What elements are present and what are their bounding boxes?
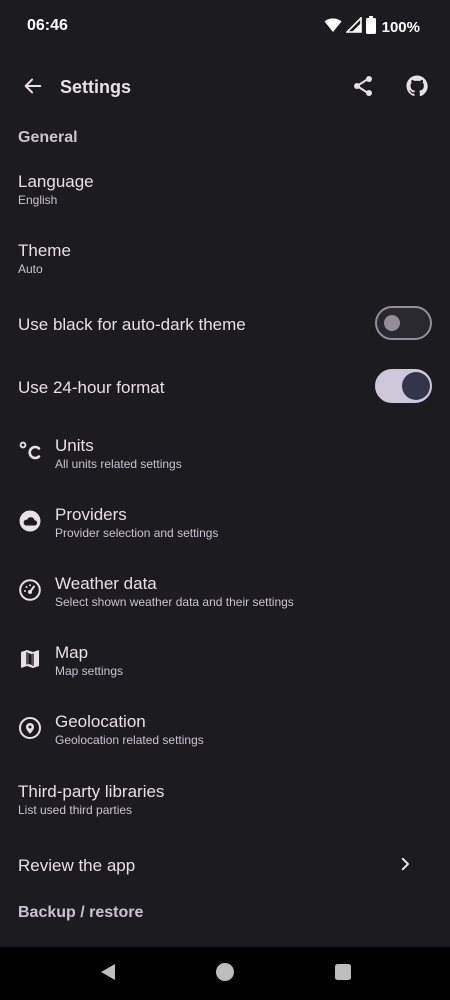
battery-level: 100% — [381, 18, 420, 36]
setting-map-subtitle: Map settings — [55, 664, 124, 678]
setting-review-app[interactable]: Review the app — [0, 838, 450, 892]
setting-units-title: Units — [55, 436, 94, 455]
share-icon — [351, 74, 375, 103]
github-icon — [405, 74, 429, 103]
setting-providers-title: Providers — [55, 505, 127, 524]
hour-format-switch[interactable] — [375, 369, 432, 403]
setting-providers[interactable]: Providers Provider selection and setting… — [0, 493, 450, 557]
share-button[interactable] — [343, 68, 383, 108]
recents-square-icon — [334, 963, 352, 986]
switch-thumb — [402, 372, 430, 400]
setting-geolocation[interactable]: Geolocation Geolocation related settings — [0, 700, 450, 764]
setting-language-value: English — [18, 193, 58, 207]
battery-icon — [365, 15, 376, 39]
setting-theme-value: Auto — [18, 262, 43, 276]
setting-geolocation-subtitle: Geolocation related settings — [55, 733, 204, 747]
setting-third-party-libraries[interactable]: Third-party libraries List used third pa… — [0, 770, 450, 834]
setting-units[interactable]: Units All units related settings — [0, 424, 450, 488]
status-bar: 06:46 100% — [0, 0, 450, 54]
system-navigation-bar — [0, 947, 450, 1000]
setting-geolocation-title: Geolocation — [55, 712, 146, 731]
settings-screen: 06:46 100% Settings General Language Eng… — [0, 0, 450, 947]
github-button[interactable] — [397, 68, 437, 108]
celsius-icon — [16, 438, 44, 466]
switch-thumb — [384, 315, 400, 331]
setting-units-subtitle: All units related settings — [55, 457, 182, 471]
page-title: Settings — [60, 77, 132, 97]
nav-home-button[interactable] — [212, 961, 238, 987]
setting-24-hour-format[interactable]: Use 24-hour format — [0, 359, 450, 415]
signal-icon — [344, 15, 362, 38]
cloud-icon — [16, 507, 44, 535]
setting-third-party-title: Third-party libraries — [18, 782, 165, 801]
setting-language[interactable]: Language English — [0, 160, 450, 224]
status-time: 06:46 — [27, 17, 68, 34]
section-header-backup-restore: Backup / restore — [18, 904, 144, 921]
setting-third-party-subtitle: List used third parties — [18, 803, 133, 817]
arrow-back-icon — [22, 75, 44, 102]
top-app-bar: Settings — [0, 60, 450, 116]
setting-weather-data[interactable]: Weather data Select shown weather data a… — [0, 562, 450, 626]
setting-map-title: Map — [55, 643, 89, 662]
home-circle-icon — [215, 962, 235, 987]
black-theme-switch[interactable] — [375, 306, 432, 340]
location-pin-icon — [16, 714, 44, 742]
setting-theme-title: Theme — [18, 241, 71, 260]
wifi-icon — [324, 17, 342, 38]
setting-providers-subtitle: Provider selection and settings — [55, 526, 219, 540]
nav-back-button[interactable] — [95, 961, 121, 987]
setting-language-title: Language — [18, 172, 94, 191]
setting-black-dark-theme-title: Use black for auto-dark theme — [18, 315, 246, 334]
status-icons: 100% — [324, 15, 420, 39]
gauge-icon — [16, 576, 44, 604]
map-icon — [16, 645, 44, 673]
back-triangle-icon — [99, 963, 117, 986]
chevron-right-icon — [394, 853, 416, 875]
setting-24-hour-format-title: Use 24-hour format — [18, 378, 165, 397]
section-header-general: General — [18, 129, 78, 146]
setting-weather-data-subtitle: Select shown weather data and their sett… — [55, 595, 294, 609]
nav-recents-button[interactable] — [330, 961, 356, 987]
setting-weather-data-title: Weather data — [55, 574, 157, 593]
back-button[interactable] — [13, 68, 53, 108]
setting-review-app-title: Review the app — [18, 856, 136, 875]
setting-map[interactable]: Map Map settings — [0, 631, 450, 695]
setting-theme[interactable]: Theme Auto — [0, 229, 450, 293]
setting-black-dark-theme[interactable]: Use black for auto-dark theme — [0, 296, 450, 352]
